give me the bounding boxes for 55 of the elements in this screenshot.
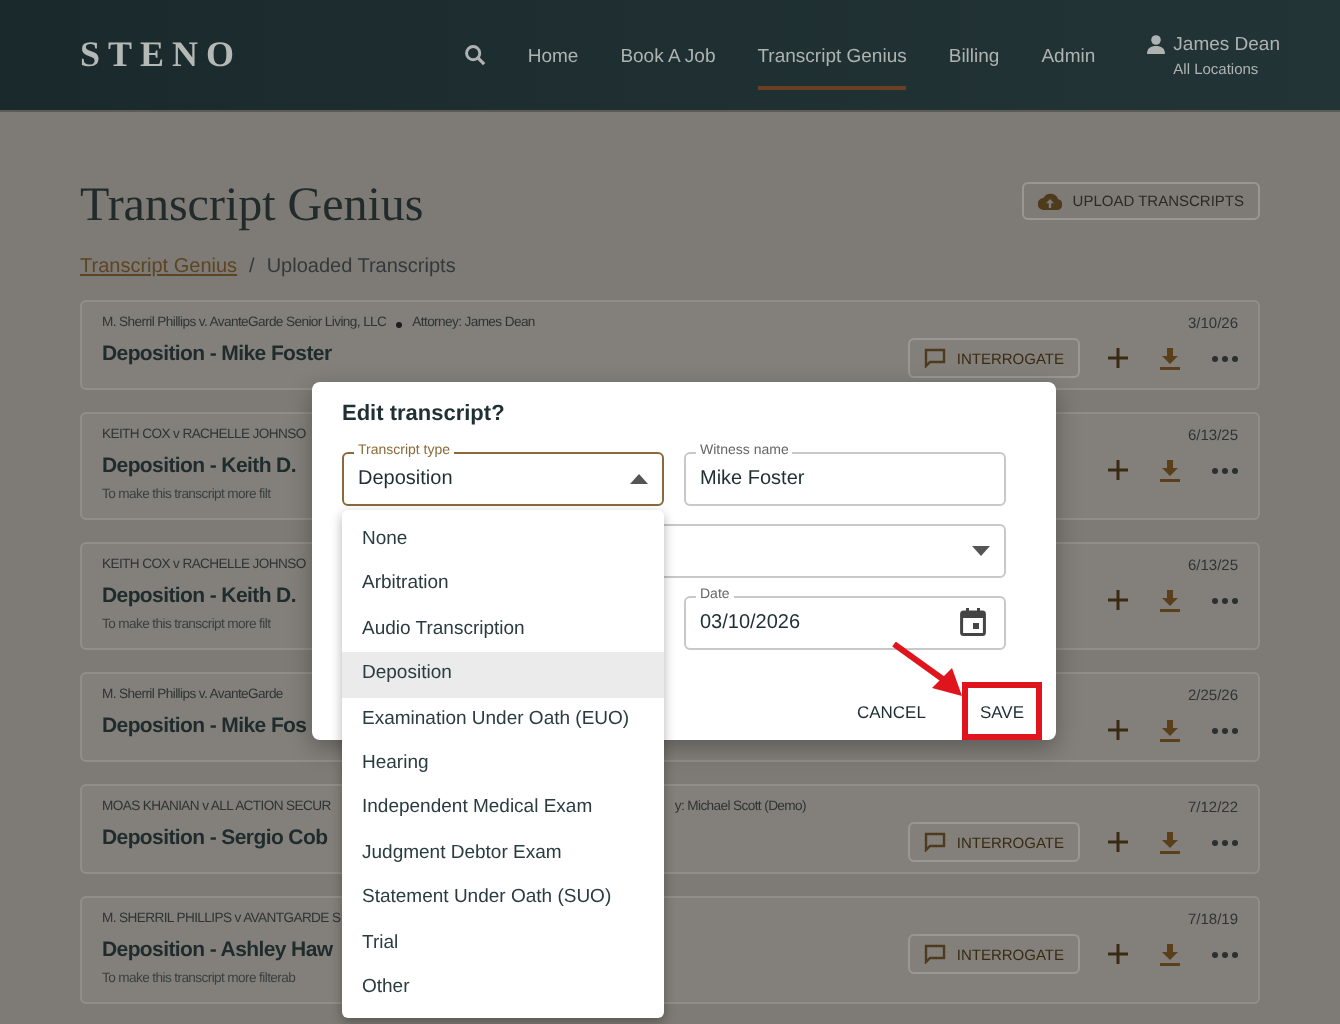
calendar-icon[interactable]: [960, 608, 986, 636]
breadcrumb-current: Uploaded Transcripts: [266, 256, 456, 278]
nav-link[interactable]: Transcript Genius: [757, 28, 907, 90]
cancel-button[interactable]: CANCEL: [844, 693, 938, 729]
plus-icon[interactable]: [1108, 460, 1128, 480]
chat-icon: [924, 832, 947, 852]
plus-icon[interactable]: [1108, 832, 1128, 852]
nav-link[interactable]: Book A Job: [620, 28, 716, 90]
caret-icon: [972, 546, 990, 556]
user-name[interactable]: James Dean: [1173, 33, 1280, 55]
transcript-title[interactable]: Deposition - Mike Fos: [102, 708, 307, 744]
dialog-title: Edit transcript?: [342, 402, 507, 426]
transcript-title[interactable]: Deposition - Mike Foster: [102, 336, 332, 372]
chat-icon: [924, 348, 947, 368]
transcript-title[interactable]: Deposition - Ashley Haw: [102, 932, 333, 968]
search-icon[interactable]: [463, 44, 486, 66]
more-icon[interactable]: [1212, 727, 1238, 733]
download-icon[interactable]: [1160, 589, 1180, 611]
nav-link[interactable]: Admin: [1041, 28, 1096, 90]
download-icon[interactable]: [1160, 347, 1180, 369]
menu-option[interactable]: Arbitration: [342, 562, 664, 608]
plus-icon[interactable]: [1108, 348, 1128, 368]
cloud-upload-icon: [1038, 191, 1063, 209]
plus-icon[interactable]: [1108, 944, 1128, 964]
person-icon: [1145, 33, 1166, 53]
more-icon[interactable]: [1212, 839, 1238, 845]
menu-option[interactable]: Trial: [342, 921, 664, 966]
page-title: Transcript Genius: [80, 180, 424, 234]
more-icon[interactable]: [1212, 355, 1238, 361]
menu-option[interactable]: None: [342, 518, 664, 563]
caret-icon: [630, 474, 648, 484]
transcript-title[interactable]: Deposition - Keith D.: [102, 448, 296, 484]
save-button[interactable]: SAVE: [967, 694, 1036, 730]
nav-link[interactable]: Home: [527, 28, 579, 90]
chat-icon: [924, 944, 947, 964]
download-icon[interactable]: [1160, 719, 1180, 741]
nav-link[interactable]: Billing: [948, 28, 1000, 90]
menu-option[interactable]: Audio Transcription: [342, 607, 664, 653]
plus-icon[interactable]: [1108, 590, 1128, 610]
menu-option[interactable]: Hearing: [342, 741, 664, 787]
transcript-title[interactable]: Deposition - Sergio Cob: [102, 820, 328, 856]
menu-option[interactable]: Independent Medical Exam: [342, 786, 664, 832]
menu-option[interactable]: Examination Under Oath (EUO): [342, 697, 664, 742]
more-icon[interactable]: [1212, 951, 1238, 957]
menu-option[interactable]: Deposition: [342, 652, 664, 698]
download-icon[interactable]: [1160, 943, 1180, 965]
menu-option[interactable]: Judgment Debtor Exam: [342, 831, 664, 877]
logo[interactable]: STENO: [80, 34, 243, 76]
download-icon[interactable]: [1160, 459, 1180, 481]
plus-icon[interactable]: [1108, 720, 1128, 740]
download-icon[interactable]: [1160, 831, 1180, 853]
transcript-title[interactable]: Deposition - Keith D.: [102, 578, 296, 614]
more-icon[interactable]: [1212, 467, 1238, 473]
more-icon[interactable]: [1212, 597, 1238, 603]
breadcrumb-separator: /: [249, 256, 255, 278]
